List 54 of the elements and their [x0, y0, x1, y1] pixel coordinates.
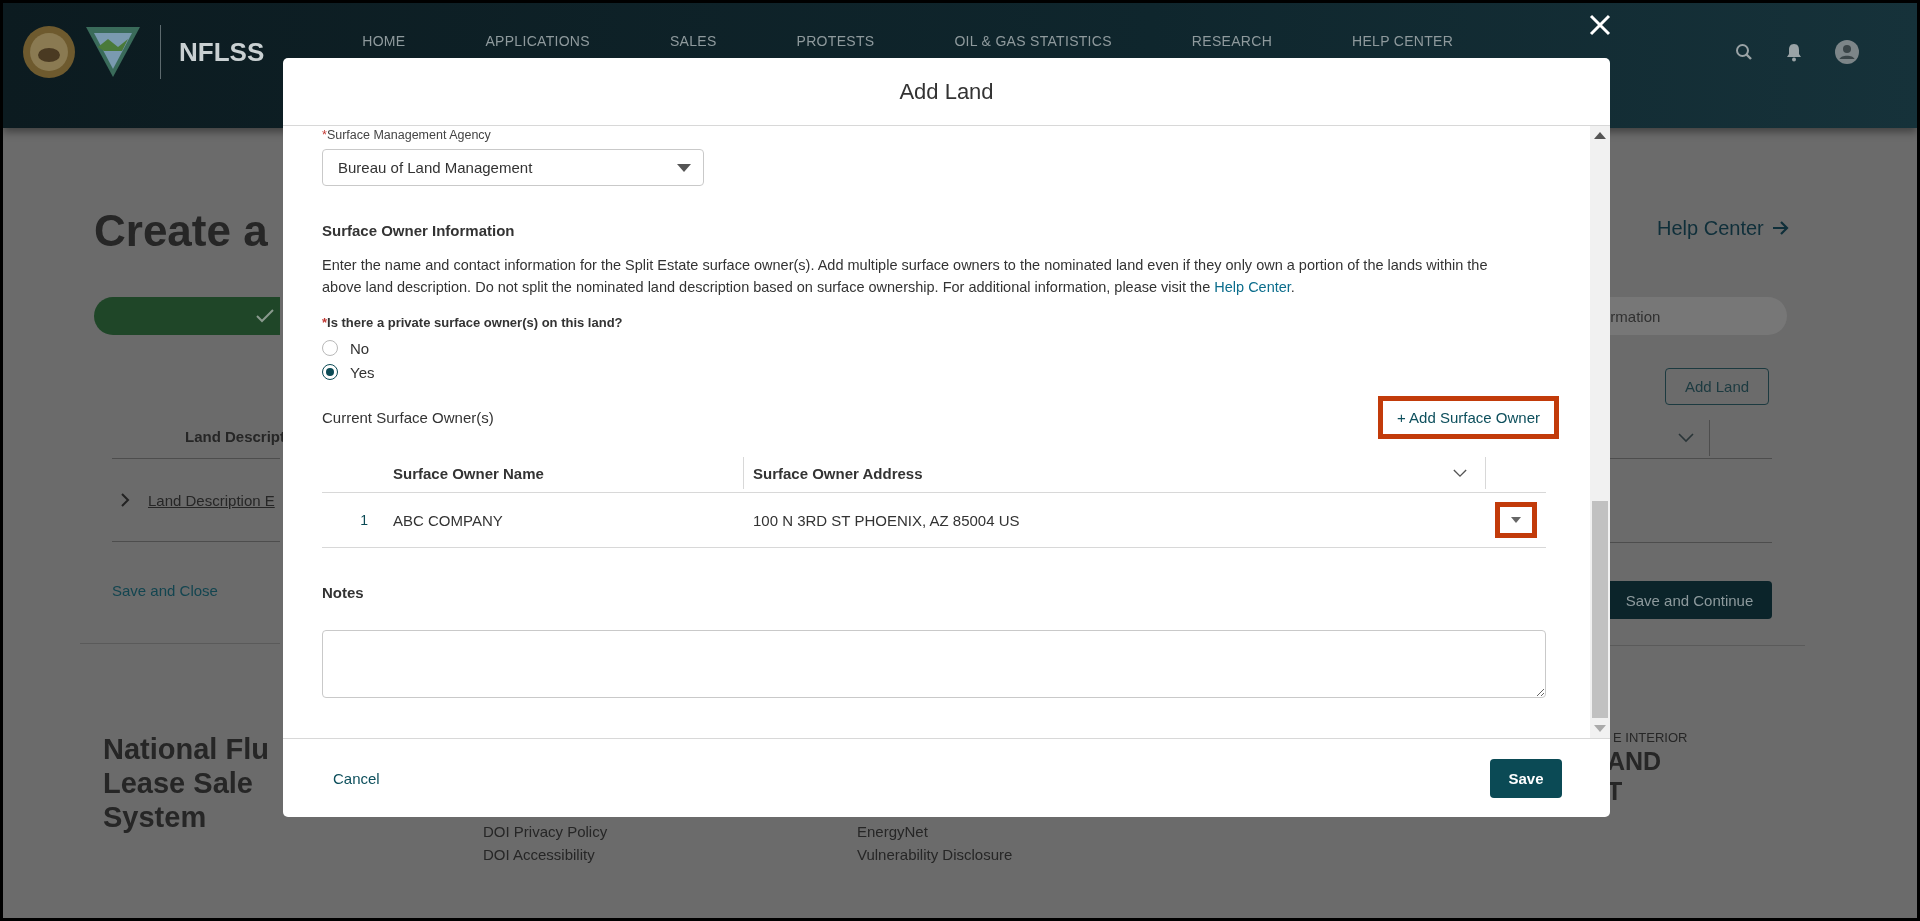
agency-select[interactable]: Bureau of Land Management — [322, 149, 704, 186]
system-name: National Flu Lease Sale System — [103, 732, 270, 834]
scrollbar[interactable] — [1590, 126, 1610, 738]
land-description-link[interactable]: Land Description E — [148, 491, 275, 509]
help-center-link[interactable]: Help Center — [1214, 279, 1291, 295]
search-icon[interactable] — [1735, 43, 1753, 61]
cancel-link[interactable]: Cancel — [333, 769, 380, 787]
close-icon[interactable] — [1589, 14, 1611, 36]
brand-name: NFLSS — [179, 36, 265, 69]
caret-down-icon — [1511, 517, 1521, 523]
footer-link[interactable]: DOI Privacy Policy — [483, 820, 857, 843]
nav-link[interactable]: PROTESTS — [796, 33, 875, 49]
arrow-right-icon — [1771, 220, 1790, 236]
radio-label: No — [350, 339, 370, 357]
dialog-title: Add Land — [899, 78, 994, 105]
bell-icon[interactable] — [1785, 42, 1803, 62]
column-header: Surface Owner Address — [753, 464, 923, 482]
agency-name: E INTERIOR — [1613, 730, 1688, 746]
chevron-right-icon[interactable] — [120, 492, 130, 508]
row-number: 1 — [359, 512, 369, 528]
radio-label: Yes — [350, 363, 375, 381]
add-surface-owner-button[interactable]: + Add Surface Owner — [1378, 396, 1559, 439]
table-cell-text: ABC COMPANY — [393, 511, 504, 529]
nav-link[interactable]: HOME — [362, 33, 406, 49]
table-cell-text: 100 N 3RD ST PHOENIX, AZ 85004 US — [752, 511, 1021, 529]
caret-down-icon — [677, 163, 691, 172]
save-button[interactable]: Save — [1490, 758, 1562, 798]
field-label: Notes — [322, 584, 365, 602]
shield-logo-icon — [84, 25, 142, 79]
save-and-continue-button[interactable]: Save and Continue — [1607, 581, 1772, 619]
notes-field[interactable] — [322, 630, 1546, 698]
section-title: Surface Owner Information — [322, 222, 516, 240]
footer-link[interactable]: Vulnerability Disclosure — [857, 843, 1231, 866]
page-title: Create a — [94, 205, 269, 257]
nav-link[interactable]: HELP CENTER — [1352, 33, 1454, 49]
nav-link[interactable]: SALES — [669, 33, 717, 49]
footer-link[interactable]: EnergyNet — [857, 820, 1231, 843]
avatar-icon[interactable] — [1835, 40, 1859, 64]
row-action-button[interactable] — [1495, 502, 1537, 538]
nav-link[interactable]: APPLICATIONS — [485, 33, 590, 49]
seal-logo-icon — [22, 25, 76, 79]
column-header: Surface Owner Name — [393, 464, 545, 482]
check-icon — [256, 309, 274, 323]
description-text: Enter the name and contact information for the Split Estate surface owner(s). Add multiple surface owners to the nominated land even if they only own a portion of the lands within the above land description. Do not split the nominated land description based on surface ownership. For additional information, please visit the Help Center. — [322, 256, 1489, 297]
question-label: *Is there a private surface owner(s) on this land? — [322, 314, 624, 332]
column-header: Land Descript — [185, 428, 286, 445]
nav-link[interactable]: OIL & GAS STATISTICS — [954, 33, 1112, 49]
field-label: *Surface Management Agency — [322, 127, 492, 143]
nav-link[interactable]: RESEARCH — [1191, 33, 1273, 49]
progress-step: irmation — [1607, 297, 1787, 335]
chevron-down-icon[interactable] — [1453, 468, 1467, 478]
footer-link[interactable]: DOI Accessibility — [483, 843, 857, 866]
field-label: Current Surface Owner(s) — [322, 409, 494, 426]
scroll-up-icon[interactable] — [1594, 132, 1606, 140]
